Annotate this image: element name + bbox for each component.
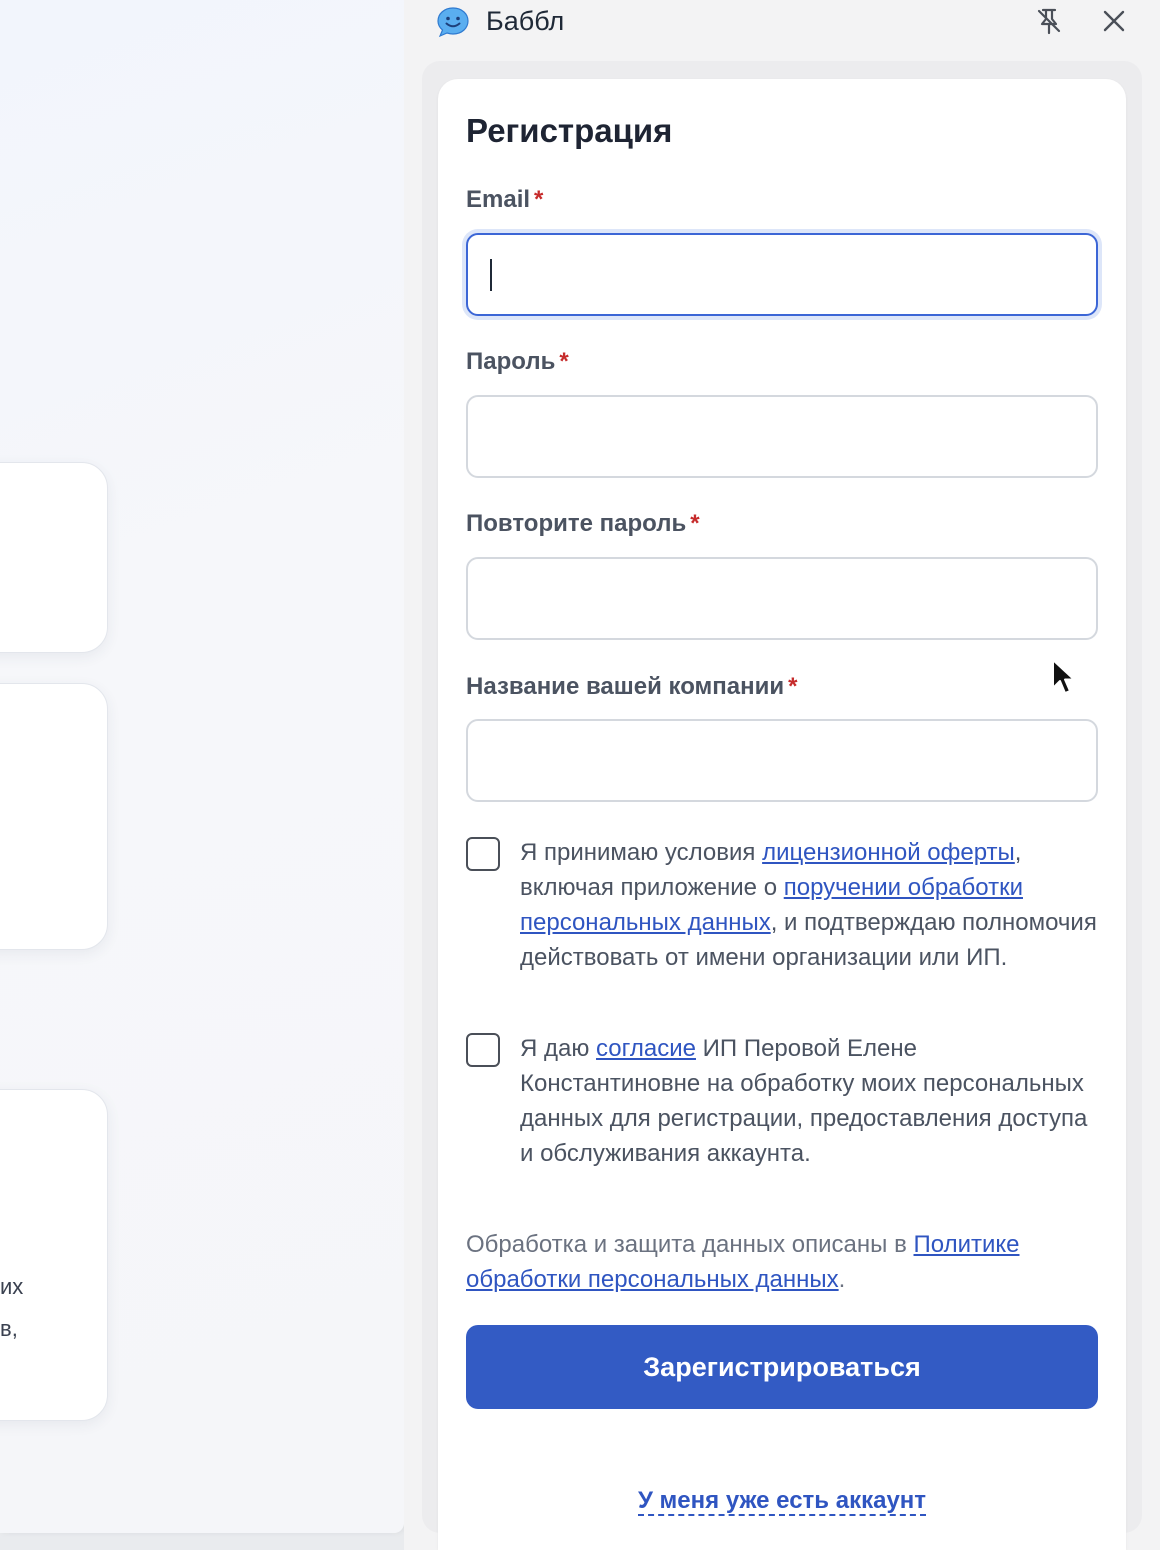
personal-data-consent-checkbox[interactable] bbox=[466, 1033, 500, 1067]
email-label: Email * bbox=[466, 186, 544, 213]
password-field[interactable] bbox=[466, 395, 1098, 478]
consent-link[interactable]: согласие bbox=[596, 1035, 696, 1062]
unpin-button[interactable] bbox=[1032, 6, 1066, 40]
panel-header: Баббл bbox=[404, 0, 1160, 48]
chat-bubble-smile-icon bbox=[436, 6, 470, 38]
password-repeat-field[interactable] bbox=[466, 557, 1098, 640]
background-text-fragment: в, bbox=[0, 1316, 18, 1341]
background-card bbox=[0, 462, 108, 653]
license-offer-link[interactable]: лицензионной оферты bbox=[762, 839, 1015, 866]
form-title: Регистрация bbox=[466, 112, 673, 149]
background-card bbox=[0, 683, 108, 950]
mouse-pointer-icon bbox=[1051, 658, 1077, 696]
existing-account-link[interactable]: У меня уже есть аккаунт bbox=[637, 1487, 927, 1516]
registration-form: Регистрация Email * Пароль * Повторите пар… bbox=[438, 79, 1126, 1550]
app-title: Баббл bbox=[486, 6, 565, 36]
close-icon bbox=[1102, 9, 1126, 38]
login-link-container: У меня уже есть аккаунт bbox=[438, 1487, 1126, 1516]
company-field[interactable] bbox=[466, 719, 1098, 802]
required-mark: * bbox=[788, 673, 798, 700]
company-label: Название вашей компании * bbox=[466, 673, 798, 700]
background-text-fragment: их bbox=[0, 1274, 24, 1299]
privacy-policy-note: Обработка и защита данных описаны в Поли… bbox=[466, 1231, 1020, 1293]
required-mark: * bbox=[559, 348, 569, 375]
required-mark: * bbox=[690, 510, 700, 537]
register-button[interactable]: Зарегистрироваться bbox=[466, 1325, 1098, 1409]
pin-off-icon bbox=[1034, 6, 1064, 41]
personal-data-consent-text: Я даю согласие ИП Перовой Елене Констант… bbox=[520, 1035, 1088, 1167]
password-repeat-label: Повторите пароль * bbox=[466, 510, 700, 537]
background-page: их в, bbox=[0, 0, 404, 1533]
side-panel: Баббл Регистрация Email * Пароль * Повто… bbox=[404, 0, 1160, 1550]
required-mark: * bbox=[534, 186, 544, 213]
email-field[interactable] bbox=[466, 233, 1098, 316]
offer-consent-text: Я принимаю условия лицензионной оферты, … bbox=[520, 839, 1097, 971]
password-label: Пароль * bbox=[466, 348, 569, 375]
offer-consent-checkbox[interactable] bbox=[466, 837, 500, 871]
close-button[interactable] bbox=[1097, 6, 1131, 40]
background-card bbox=[0, 1089, 108, 1421]
text-caret bbox=[490, 259, 492, 291]
